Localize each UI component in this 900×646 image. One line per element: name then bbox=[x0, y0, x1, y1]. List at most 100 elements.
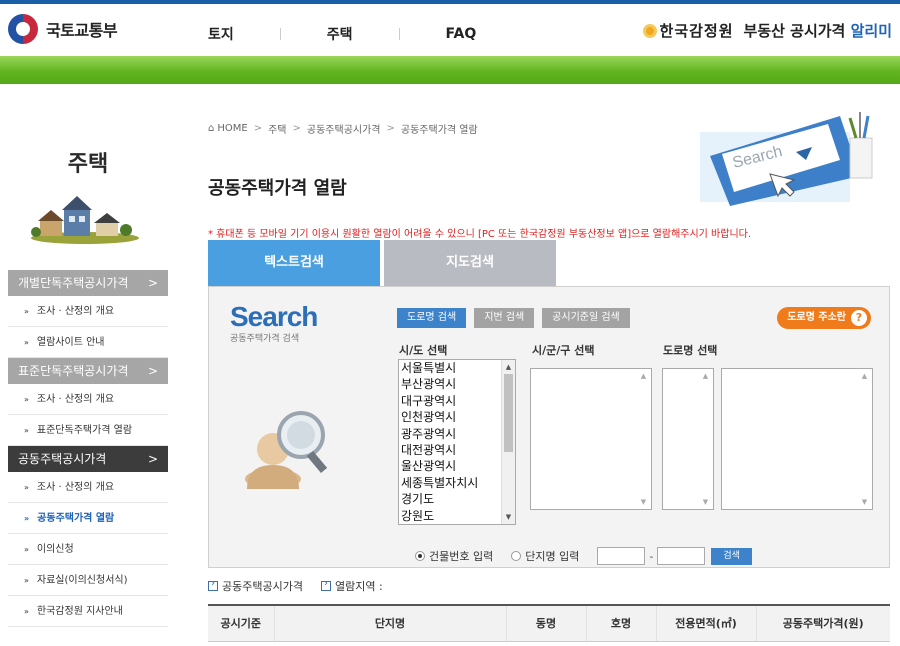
sidebar-group-individual[interactable]: 개별단독주택공시가격 > bbox=[8, 270, 168, 296]
radio-building-number[interactable]: 건물번호 입력 bbox=[415, 548, 493, 564]
list-item[interactable]: 경기도 bbox=[399, 491, 515, 507]
radio-label: 건물번호 입력 bbox=[429, 550, 494, 563]
search-heading: Search bbox=[230, 301, 318, 332]
road-search-button[interactable]: 도로명 검색 bbox=[397, 308, 467, 328]
bullet-icon: » bbox=[24, 426, 29, 435]
sidebar-item-overview[interactable]: » 조사 · 산정의 개요 bbox=[8, 472, 168, 503]
bullet-icon: » bbox=[24, 545, 29, 554]
arrow-box-icon bbox=[208, 578, 218, 591]
nav-housing[interactable]: 주택 bbox=[327, 24, 353, 44]
scroll-up-icon[interactable]: ▲ bbox=[502, 360, 515, 374]
scrollbar[interactable]: ▲ ▼ bbox=[501, 360, 515, 524]
ministry-logo[interactable]: 국토교통부 bbox=[8, 14, 118, 44]
list-item[interactable]: 대구광역시 bbox=[399, 393, 515, 409]
sidebar-item-standard-view[interactable]: » 표준단독주택가격 열람 bbox=[8, 415, 168, 446]
sidebar-item-site-guide[interactable]: » 열람사이트 안내 bbox=[8, 327, 168, 358]
item-label: 자료실(이의신청서식) bbox=[36, 575, 128, 586]
sidebar-item-overview[interactable]: » 조사 · 산정의 개요 bbox=[8, 384, 168, 415]
scroll-down-icon[interactable]: ▼ bbox=[502, 510, 515, 524]
date-search-button[interactable]: 공시기준일 검색 bbox=[542, 308, 630, 328]
radio-checked-icon bbox=[415, 551, 425, 561]
bullet-icon: » bbox=[24, 607, 29, 616]
breadcrumb-home[interactable]: HOME bbox=[217, 123, 247, 134]
bullet-icon: » bbox=[24, 395, 29, 404]
green-banner-bar bbox=[0, 56, 900, 84]
search-hero-illustration: Search bbox=[700, 112, 873, 206]
search-mode-buttons: 도로명 검색 지번 검색 공시기준일 검색 bbox=[397, 308, 638, 328]
road-name-select[interactable]: ▲ ▼ bbox=[721, 368, 873, 510]
search-panel: Search 공동주택가격 검색 도로명 검색 지번 검색 공시기준일 검색 도… bbox=[208, 286, 890, 568]
item-label: 한국감정원 지사안내 bbox=[36, 606, 123, 617]
sido-select[interactable]: 서울특별시 부산광역시 대구광역시 인천광역시 광주광역시 대전광역시 울산광역… bbox=[398, 359, 516, 525]
chevron-right-icon: > bbox=[386, 123, 395, 134]
item-label: 조사 · 산정의 개요 bbox=[36, 306, 115, 317]
nav-faq[interactable]: FAQ bbox=[446, 26, 477, 42]
sidebar-group-standard[interactable]: 표준단독주택공시가격 > bbox=[8, 358, 168, 384]
group-label: 개별단독주택공시가격 bbox=[18, 276, 129, 290]
item-label: 표준단독주택가격 열람 bbox=[36, 425, 133, 436]
nav-land[interactable]: 토지 bbox=[208, 24, 234, 44]
sido-options: 서울특별시 부산광역시 대구광역시 인천광역시 광주광역시 대전광역시 울산광역… bbox=[399, 360, 515, 524]
bullet-icon: » bbox=[24, 483, 29, 492]
sidebar-title: 주택 bbox=[67, 152, 109, 177]
radio-label: 단지명 입력 bbox=[525, 550, 580, 563]
col-complex-name: 단지명 bbox=[273, 604, 506, 642]
tab-text-search[interactable]: 텍스트검색 bbox=[208, 240, 380, 286]
building-sub-number-input[interactable] bbox=[657, 547, 706, 565]
search-tabs: 텍스트검색 지도검색 bbox=[208, 240, 560, 286]
radio-complex-name[interactable]: 단지명 입력 bbox=[511, 548, 579, 564]
breadcrumb-housing[interactable]: 주택 bbox=[268, 121, 286, 136]
brand-mark-icon bbox=[642, 23, 657, 38]
list-item[interactable]: 서울특별시 bbox=[399, 360, 515, 376]
breadcrumb-apartment[interactable]: 공동주택공시가격 bbox=[307, 121, 381, 136]
lot-search-button[interactable]: 지번 검색 bbox=[474, 308, 535, 328]
list-item[interactable]: 세종특별자치시 bbox=[399, 475, 515, 491]
bullet-icon: » bbox=[24, 514, 30, 523]
scroll-thumb[interactable] bbox=[504, 374, 513, 452]
brand-logo[interactable]: 한국감정원 부동산 공시가격 알리미 bbox=[642, 20, 892, 41]
list-item[interactable]: 광주광역시 bbox=[399, 426, 515, 442]
result-table: 공시기준 단지명 동명 호명 전용면적(㎡) 공동주택가격(원) bbox=[208, 604, 890, 642]
input-type-options: 건물번호 입력 단지명 입력 - 검색 bbox=[415, 547, 752, 565]
sidebar-item-branches[interactable]: » 한국감정원 지사안내 bbox=[8, 596, 168, 627]
breadcrumb: ⌂ HOME > 주택 > 공동주택공시가격 > 공동주택가격 열람 bbox=[208, 121, 478, 136]
scrollbar: ▲ ▼ bbox=[699, 369, 713, 509]
brand-name: 한국감정원 bbox=[659, 22, 734, 40]
tab-map-search[interactable]: 지도검색 bbox=[384, 240, 556, 286]
road-address-help-button[interactable]: 도로명 주소란? bbox=[777, 307, 871, 329]
houses-illustration bbox=[31, 196, 139, 244]
group-label: 표준단독주택공시가격 bbox=[18, 364, 129, 378]
list-item[interactable]: 울산광역시 bbox=[399, 458, 515, 474]
list-item[interactable]: 대전광역시 bbox=[399, 442, 515, 458]
ministry-name: 국토교통부 bbox=[46, 21, 118, 40]
sigungu-select[interactable]: ▲ ▼ bbox=[530, 368, 652, 510]
sidebar-item-overview[interactable]: » 조사 · 산정의 개요 bbox=[8, 296, 168, 327]
building-main-number-input[interactable] bbox=[597, 547, 646, 565]
col-building: 동명 bbox=[505, 604, 586, 642]
arrow-box-icon bbox=[320, 578, 331, 591]
sidebar-item-objection[interactable]: » 이의신청 bbox=[8, 534, 168, 565]
page-title: 공동주택가격 열람 bbox=[208, 178, 347, 199]
scroll-up-icon: ▲ bbox=[861, 372, 868, 380]
nav-divider bbox=[398, 28, 400, 40]
chevron-right-icon: > bbox=[147, 276, 158, 290]
list-item[interactable]: 강원도 bbox=[399, 508, 515, 524]
item-label: 조사 · 산정의 개요 bbox=[36, 482, 115, 493]
col-price: 공동주택가격(원) bbox=[755, 604, 890, 642]
sidebar-group-apartment[interactable]: 공동주택공시가격 > bbox=[8, 446, 168, 472]
item-label: 열람사이트 안내 bbox=[36, 337, 105, 348]
list-item[interactable]: 부산광역시 bbox=[399, 376, 515, 392]
chevron-right-icon: > bbox=[147, 364, 158, 378]
home-icon[interactable]: ⌂ bbox=[208, 123, 214, 134]
chevron-right-icon: > bbox=[147, 452, 158, 466]
col-base-date: 공시기준 bbox=[208, 604, 274, 642]
road-initial-select[interactable]: ▲ ▼ bbox=[662, 368, 714, 510]
search-button[interactable]: 검색 bbox=[711, 547, 752, 565]
sidebar-item-apartment-view[interactable]: » 공동주택가격 열람 bbox=[8, 503, 168, 534]
sidebar-item-archive[interactable]: » 자료실(이의신청서식) bbox=[8, 565, 168, 596]
chevron-right-icon: > bbox=[253, 123, 263, 134]
list-item[interactable]: 인천광역시 bbox=[399, 409, 515, 425]
nav-divider bbox=[279, 28, 281, 40]
scrollbar: ▲ ▼ bbox=[637, 369, 651, 509]
bullet-icon: » bbox=[24, 338, 29, 347]
